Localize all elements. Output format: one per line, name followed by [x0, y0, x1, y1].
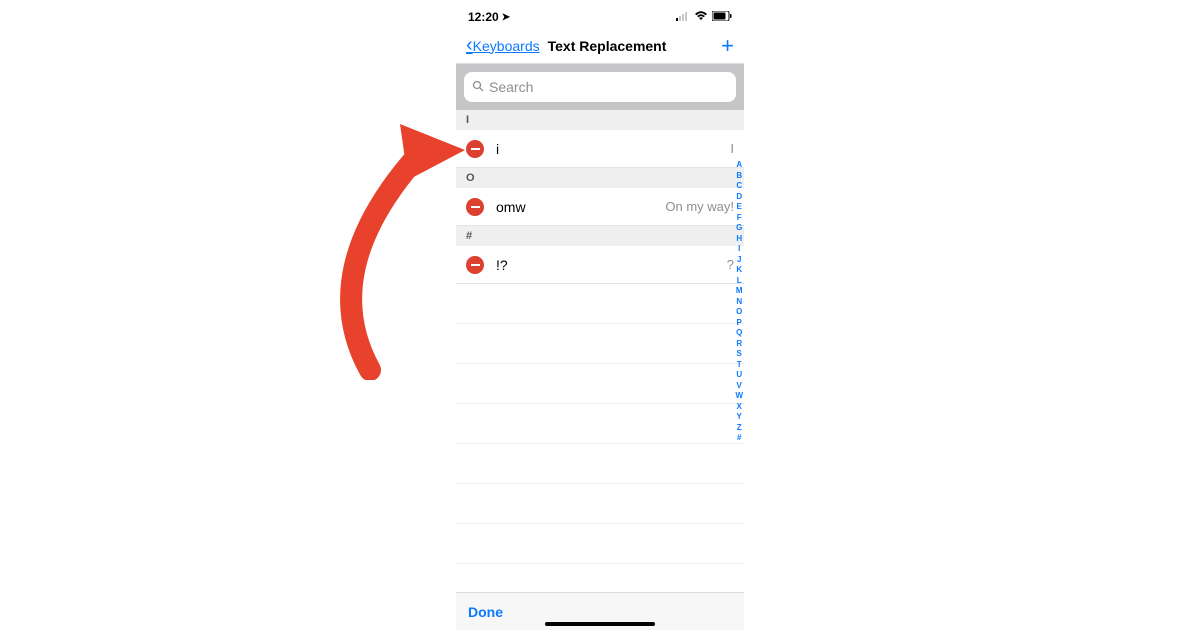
add-button[interactable]: +	[721, 33, 734, 59]
location-icon: ➤	[502, 12, 510, 23]
battery-icon	[712, 10, 732, 24]
delete-button[interactable]	[466, 256, 484, 274]
alpha-index[interactable]: ABCDEFGHIJKLMNOPQRSTUVWXYZ#	[735, 160, 743, 444]
replacement-row[interactable]: omw On my way!	[456, 188, 744, 226]
back-button[interactable]: ‹ Keyboards	[466, 34, 540, 57]
section-header: I	[456, 110, 744, 130]
delete-button[interactable]	[466, 198, 484, 216]
section-header: #	[456, 226, 744, 246]
shortcut-text: !?	[496, 257, 727, 273]
wifi-icon	[694, 10, 708, 24]
phrase-text: I	[730, 141, 734, 156]
replacement-row[interactable]: !? ?	[456, 246, 744, 284]
search-input[interactable]: Search	[464, 72, 736, 102]
back-label: Keyboards	[473, 38, 540, 54]
signal-icon	[676, 10, 690, 24]
shortcut-text: omw	[496, 199, 665, 215]
search-container: Search	[456, 64, 744, 110]
home-indicator[interactable]	[545, 622, 655, 626]
page-title: Text Replacement	[548, 38, 722, 54]
empty-list-area	[456, 284, 744, 592]
done-button[interactable]: Done	[468, 604, 503, 620]
phone-frame: 12:20 ➤ ‹ Keyboards Text Replacement + S…	[456, 0, 744, 630]
search-icon	[472, 80, 484, 95]
delete-button[interactable]	[466, 140, 484, 158]
status-bar: 12:20 ➤	[456, 0, 744, 28]
phrase-text: On my way!	[665, 199, 734, 214]
replacement-row[interactable]: i I	[456, 130, 744, 168]
chevron-left-icon: ‹	[466, 34, 473, 57]
status-time: 12:20	[468, 10, 499, 24]
footer-bar: Done	[456, 592, 744, 630]
nav-bar: ‹ Keyboards Text Replacement +	[456, 28, 744, 64]
phrase-text: ?	[727, 257, 734, 272]
shortcut-text: i	[496, 141, 730, 157]
search-placeholder: Search	[489, 79, 533, 95]
section-header: O	[456, 168, 744, 188]
